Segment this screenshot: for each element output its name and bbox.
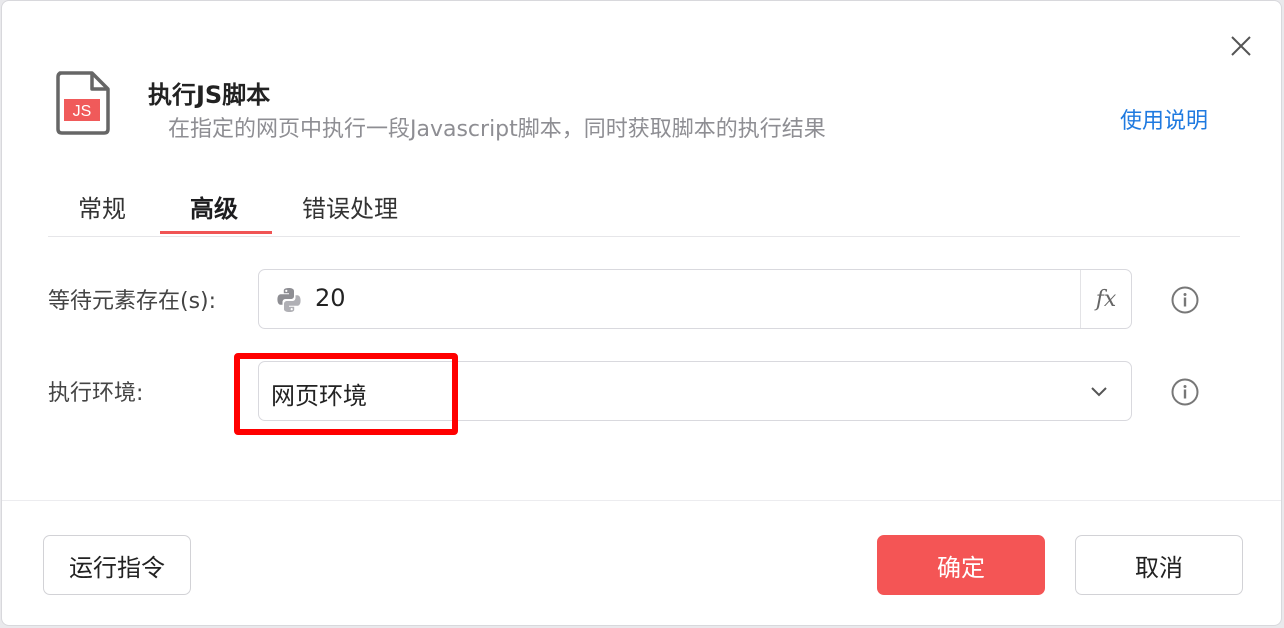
- env-select-value: 网页环境: [271, 382, 367, 410]
- info-icon[interactable]: [1170, 377, 1200, 411]
- js-file-icon: JS: [54, 71, 112, 139]
- dialog-description: 在指定的网页中执行一段Javascript脚本，同时获取脚本的执行结果: [168, 117, 826, 142]
- dialog: JS 执行JS脚本 在指定的网页中执行一段Javascript脚本，同时获取脚本…: [1, 0, 1282, 626]
- confirm-button[interactable]: 确定: [877, 535, 1045, 595]
- wait-input-value: 20: [315, 284, 346, 312]
- file-icon-text: JS: [73, 103, 92, 120]
- tab-advanced[interactable]: 高级: [190, 189, 238, 224]
- tab-bar: 常规 高级 错误处理: [48, 179, 1240, 237]
- active-tab-indicator: [160, 231, 272, 234]
- python-icon: [275, 286, 303, 318]
- close-button[interactable]: [1224, 29, 1258, 63]
- wait-label: 等待元素存在(s):: [48, 289, 217, 314]
- chevron-down-icon: [1091, 387, 1107, 397]
- help-link[interactable]: 使用说明: [1120, 103, 1208, 135]
- footer-divider: [2, 500, 1281, 501]
- wait-input[interactable]: 20 fx: [258, 269, 1132, 329]
- cancel-button[interactable]: 取消: [1075, 535, 1243, 595]
- close-icon: [1231, 36, 1251, 56]
- fx-button[interactable]: fx: [1080, 270, 1131, 328]
- dialog-title: 执行JS脚本: [148, 81, 271, 109]
- run-command-button[interactable]: 运行指令: [43, 535, 191, 595]
- tab-error-handling[interactable]: 错误处理: [302, 189, 398, 224]
- env-label: 执行环境:: [48, 381, 144, 406]
- info-icon[interactable]: [1170, 285, 1200, 319]
- tab-general[interactable]: 常规: [78, 189, 126, 224]
- env-select[interactable]: 网页环境: [258, 361, 1132, 421]
